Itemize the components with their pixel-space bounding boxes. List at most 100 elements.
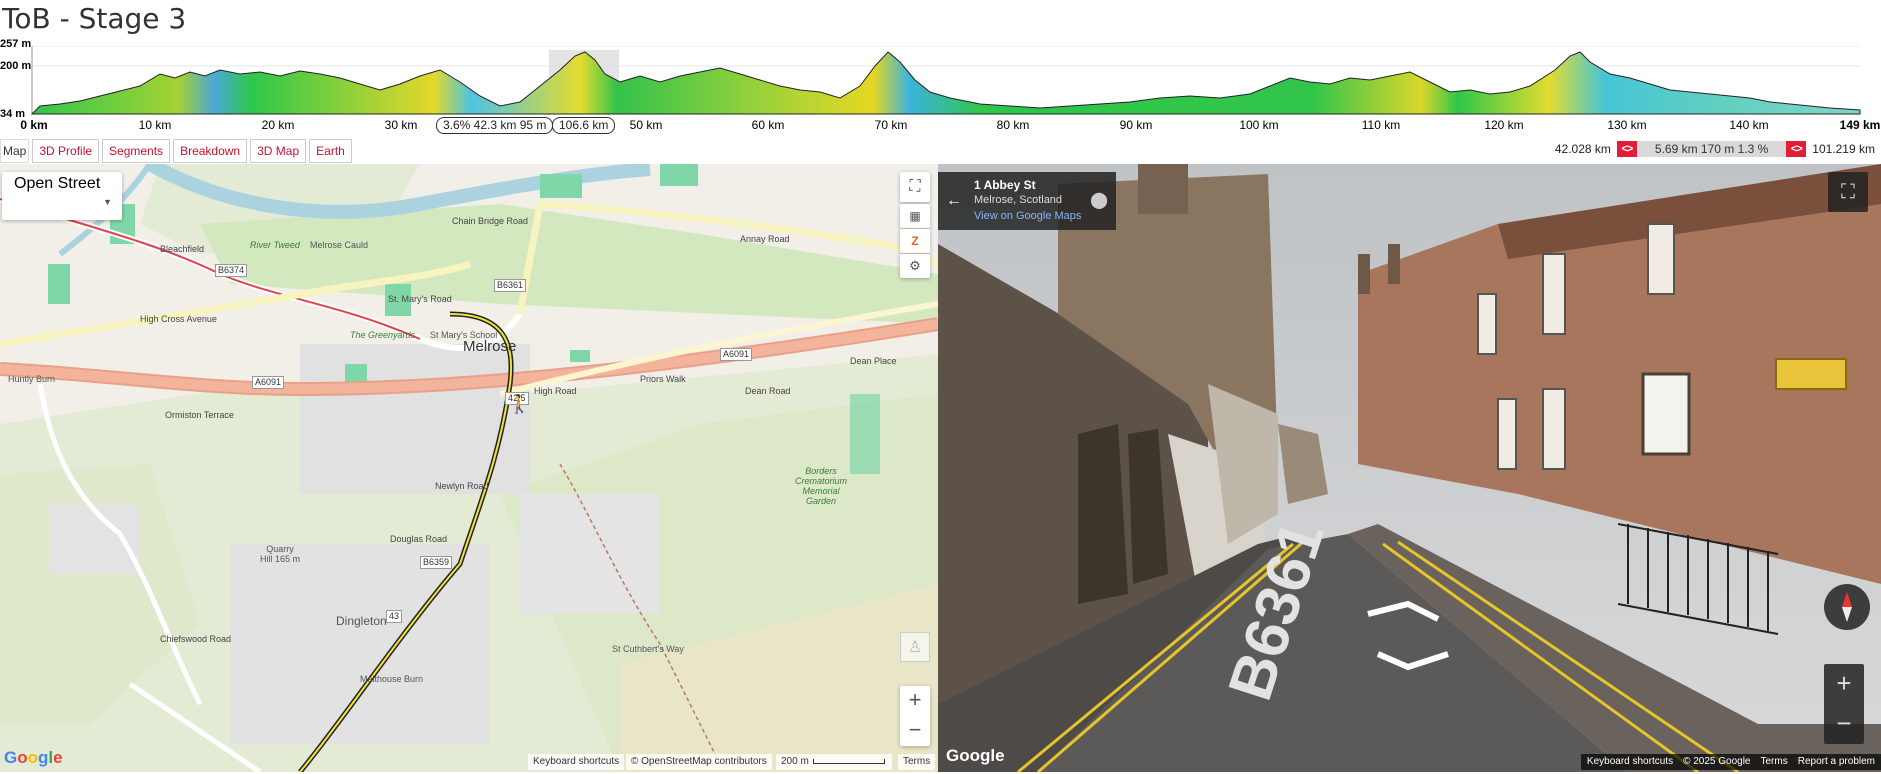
street-view-address: 1 Abbey St [974,178,1036,192]
map-label-st-marys-road: St. Mary's Road [388,294,452,304]
scale-bar: 200 m [776,754,892,770]
google-logo: Google [4,748,63,767]
selection-summary: 5.69 km 170 m 1.3 % [1636,141,1787,157]
map-label-chiefswood: Chiefswood Road [160,634,232,644]
fullscreen-icon: ⛶ [909,178,921,195]
gear-icon: ⚙ [909,258,921,273]
segment-info-pill: 3.6% 42.3 km 95 m [436,117,554,134]
segment-end-pill: 106.6 km [552,117,616,134]
x-label: 100 km [1239,118,1279,132]
tab-earth[interactable]: Earth [309,139,352,163]
x-label: 120 km [1484,118,1524,132]
map-zoom-control: + − [900,686,930,746]
x-label: 20 km [261,118,295,132]
map-label-bleachfield: Bleachfield [160,244,205,254]
z-logo-icon: Z [911,234,919,248]
map-label-huntly: Huntly Burn [8,374,56,384]
tab-segments[interactable]: Segments [102,139,171,163]
x-label: 130 km [1607,118,1647,132]
map-label-annay: Annay Road [740,234,790,244]
road-shield: A6091 [252,376,285,389]
map-label-chain-bridge: Chain Bridge Road [452,216,529,226]
map-label-dean-road: Dean Road [745,386,791,396]
terms-link[interactable]: Terms [898,754,936,770]
x-label: 50 km [629,118,663,132]
map-label-st-cuthberts: St Cuthbert's Way [612,644,684,654]
grid-button[interactable]: ▦ [900,204,930,228]
road-shield: B6361 [494,279,527,292]
elevation-area [30,51,1861,115]
map-label-high-cross: High Cross Avenue [140,314,217,324]
map-label-dingleton: Dingleton [336,614,387,628]
map-type-select[interactable]: Open Street ▼ [2,172,122,220]
selection-start-arrows[interactable]: <> [1616,141,1637,157]
map-label-quarry: Quarry Hill 165 m [260,544,301,564]
sv-zoom-control: + − [1824,664,1864,744]
zwift-button[interactable]: Z [900,229,930,253]
pegman-icon[interactable]: 🚶 [508,394,530,415]
settings-button[interactable]: ⚙ [900,254,930,278]
x-label: 0 km [20,118,48,132]
keyboard-shortcuts-link[interactable]: Keyboard shortcuts [528,754,625,770]
selection-end: 101.219 km [1812,142,1875,156]
map-label-mill: Malthouse Burn [360,674,424,684]
road-shield: B6374 [215,264,248,277]
view-on-google-maps-link[interactable]: View on Google Maps [974,210,1081,222]
sv-report-problem-link[interactable]: Report a problem [1798,754,1875,770]
map-label-school: St Mary's School [430,330,498,340]
scale-label: 200 m [781,756,809,767]
road-shield: B6359 [420,556,453,569]
selection-end-arrows[interactable]: <> [1786,141,1807,157]
sv-zoom-out-button[interactable]: − [1824,704,1864,744]
fullscreen-icon: ⛶ [1841,180,1855,203]
road-shield: A6091 [720,348,753,361]
map-label-high-road: High Road [534,386,577,396]
back-arrow-icon[interactable]: ← [946,192,962,210]
chevron-down-icon: ▼ [103,197,112,207]
person-icon: ♙ [907,639,923,656]
x-label: 60 km [751,118,785,132]
map-label-cauld: Melrose Cauld [310,240,369,250]
sv-fullscreen-button[interactable]: ⛶ [1828,172,1868,212]
tab-map[interactable]: Map [0,139,30,163]
zoom-in-button[interactable]: + [900,686,930,716]
selection-start: 42.028 km [1554,142,1611,156]
map-label-town: Melrose [463,338,517,355]
x-label: 70 km [874,118,908,132]
x-label: 110 km [1361,118,1401,132]
tab-3d-map[interactable]: 3D Map [250,139,307,163]
x-label: 149 km [1839,118,1881,132]
map-label-ormiston: Ormiston Terrace [165,410,234,420]
route-km-marker: 43 [386,610,403,623]
street-view-pegman-slot[interactable]: ♙ [900,632,930,662]
x-label: 140 km [1729,118,1769,132]
compass-icon [1842,592,1852,622]
compass-control[interactable] [1824,584,1870,630]
map-label-crematorium: Borders Crematorium Memorial Garden [794,466,847,506]
route-map[interactable]: Melrose River Tweed Melrose Cauld Chain … [0,164,938,772]
selection-info: 42.028 km <> 5.69 km 170 m 1.3 % <> 101.… [1549,139,1881,159]
zoom-out-button[interactable]: − [900,716,930,746]
x-label: 30 km [384,118,418,132]
map-label-newlyn: Newlyn Road [435,481,489,491]
google-logo: Google [946,746,1005,765]
map-type-label: Open Street [14,175,101,192]
sv-copyright: © 2025 Google [1683,756,1751,767]
street-view-panel[interactable]: B6361 ← 1 Abbey St Melrose, Scotland Vie… [938,164,1881,772]
x-label: 80 km [996,118,1030,132]
y-label-mid: 200 m [0,60,32,72]
fullscreen-button[interactable]: ⛶ [900,172,930,202]
x-label: 90 km [1119,118,1153,132]
sv-zoom-in-button[interactable]: + [1824,664,1864,704]
tab-breakdown[interactable]: Breakdown [173,139,248,163]
location-pin-icon[interactable]: ⬤ [1090,190,1108,210]
grid-icon: ▦ [909,209,921,223]
tab-3d-profile[interactable]: 3D Profile [32,139,100,163]
sv-keyboard-shortcuts-link[interactable]: Keyboard shortcuts [1587,754,1673,770]
map-label-douglas: Douglas Road [390,534,448,544]
osm-attribution: © OpenStreetMap contributors [626,754,772,770]
street-view-image[interactable]: B6361 [938,164,1881,772]
sv-terms-link[interactable]: Terms [1761,754,1788,770]
map-label-priors: Priors Walk [640,374,686,384]
map-label-dean-place: Dean Place [850,356,897,366]
